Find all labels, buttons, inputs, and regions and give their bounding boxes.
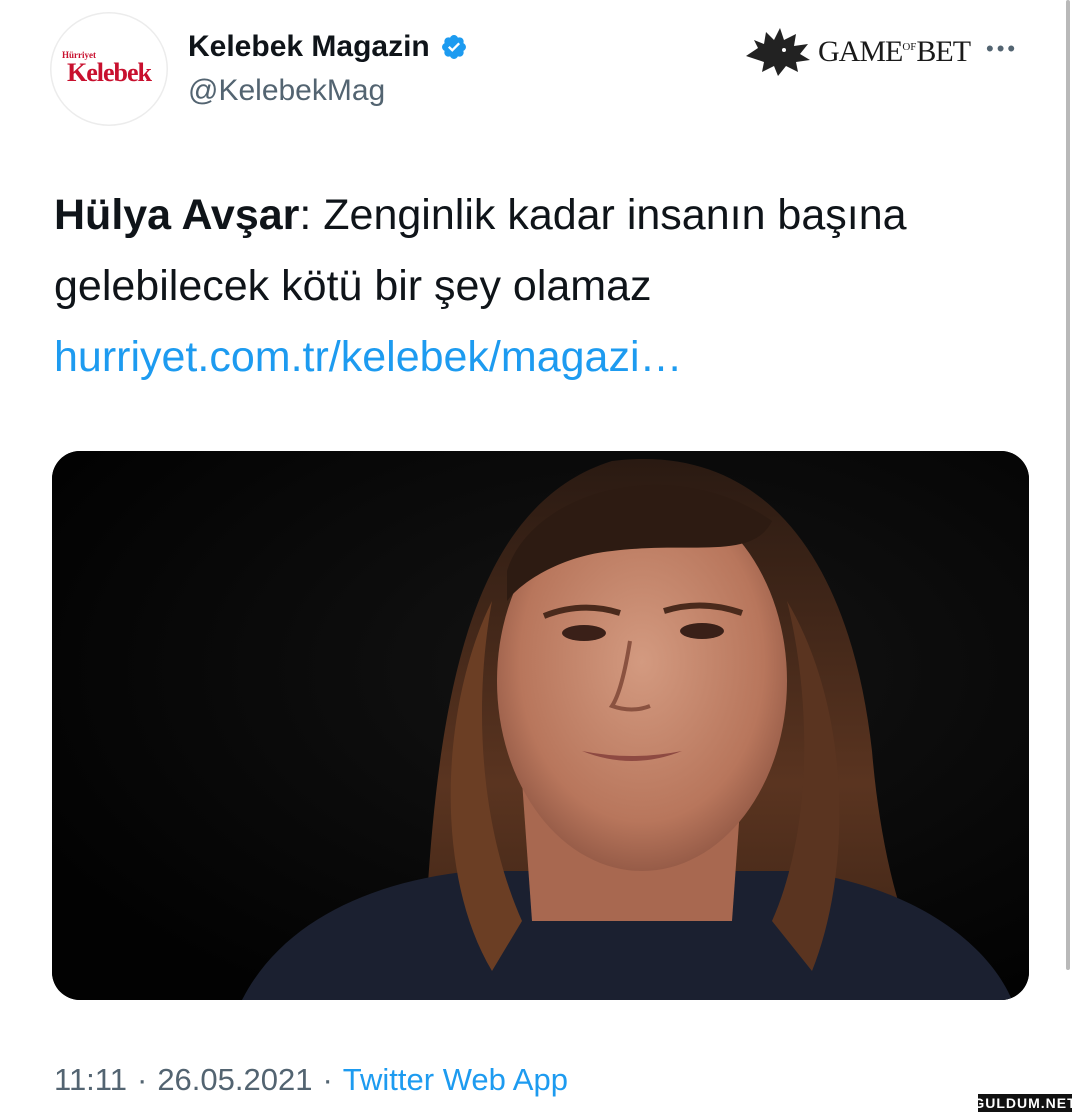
scrollbar[interactable] [1066, 0, 1070, 970]
tweet-media-photo[interactable] [52, 451, 1029, 1000]
tweet-date[interactable]: 26.05.2021 [157, 1062, 312, 1098]
watermark-logo: GAMEOFBET [744, 26, 971, 78]
tweet-link[interactable]: hurriyet.com.tr/kelebek/magazi… [54, 322, 1014, 393]
verified-badge-icon [441, 35, 466, 59]
watermark-text: GAMEOFBET [818, 35, 971, 68]
avatar[interactable]: Hürriyet Kelebek [50, 12, 168, 126]
display-name[interactable]: Kelebek Magazin [188, 30, 430, 64]
avatar-logo-text: Kelebek [67, 58, 152, 87]
author-handle[interactable]: @KelebekMag [188, 74, 385, 108]
tweet-metadata: 11:11 · 26.05.2021 · Twitter Web App [54, 1062, 568, 1098]
tweet-text: Hülya Avşar: Zenginlik kadar insanın baş… [54, 180, 1014, 393]
separator-dot: · [136, 1062, 148, 1097]
portrait-photo [52, 451, 1029, 1000]
tweet-text-bold: Hülya Avşar [54, 191, 300, 239]
tweet-time[interactable]: 11:11 [54, 1062, 127, 1098]
separator-dot: · [322, 1062, 333, 1097]
wolf-icon [746, 28, 810, 76]
tweet-source[interactable]: Twitter Web App [343, 1062, 568, 1098]
more-options-icon[interactable]: ••• [986, 36, 1018, 62]
author-name-row: Kelebek Magazin [188, 30, 468, 64]
site-watermark-badge: GULDUM.NET [973, 1094, 1077, 1112]
